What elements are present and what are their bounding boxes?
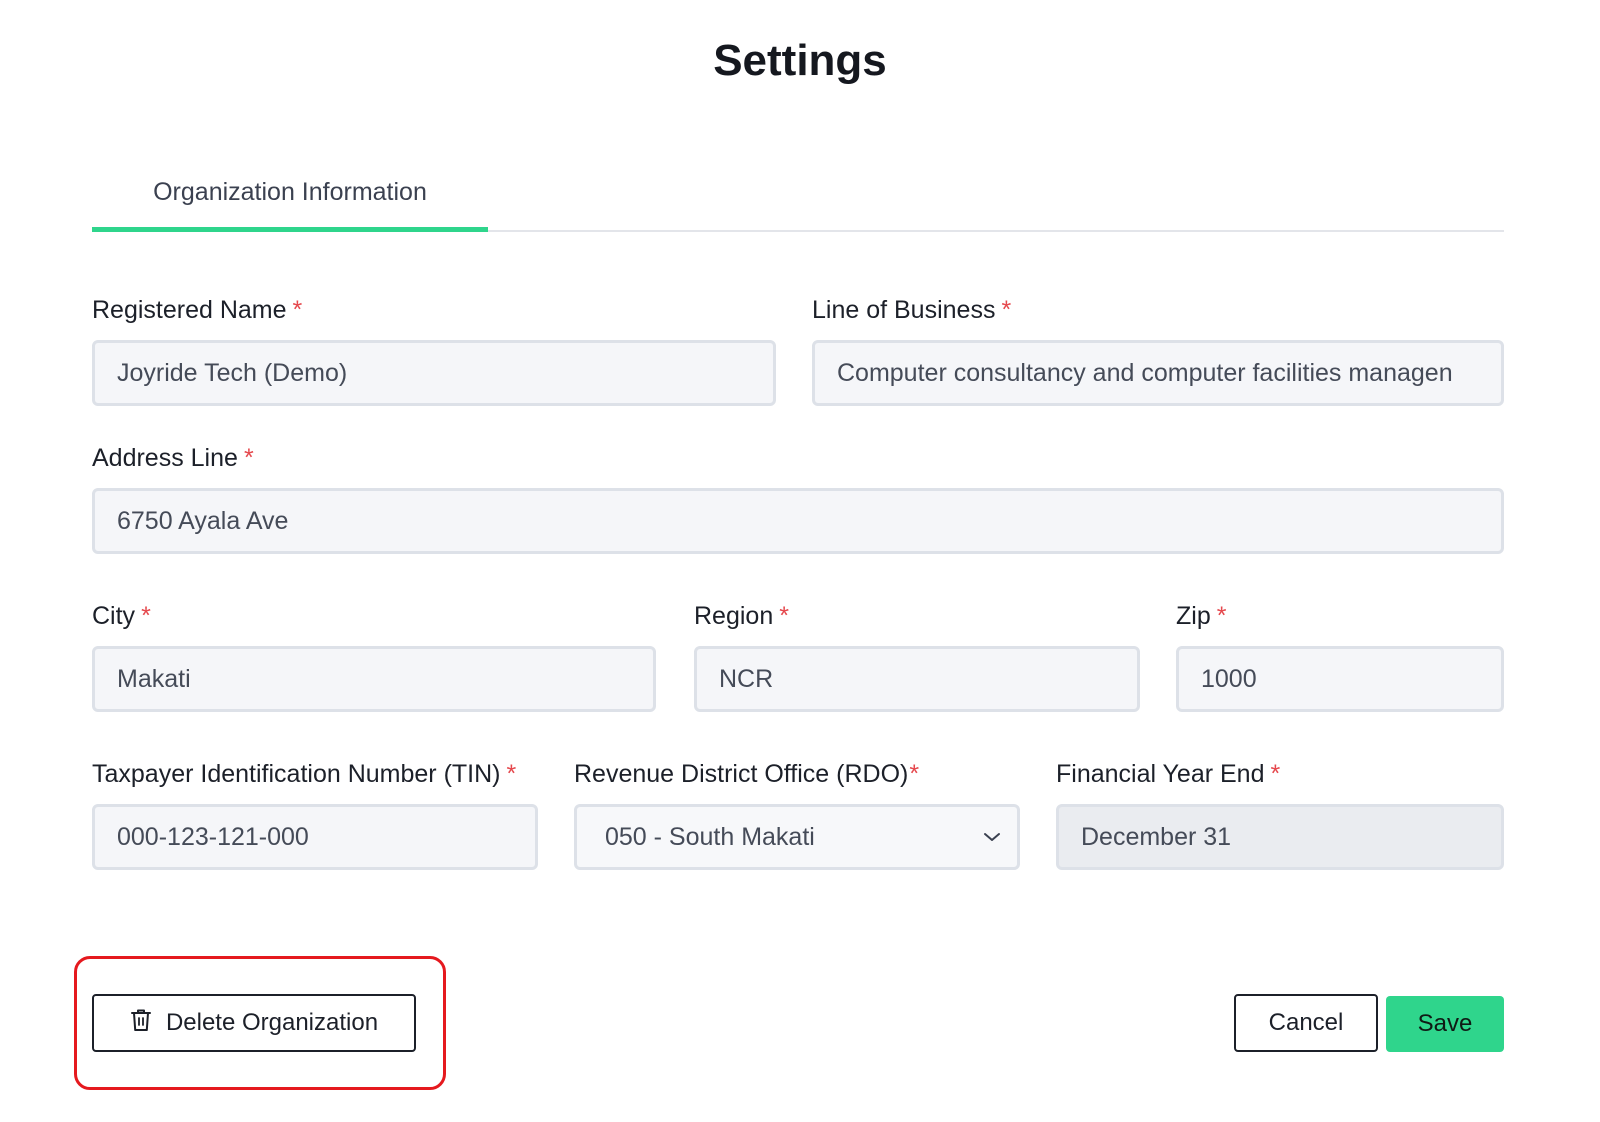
trash-icon [130,1008,152,1039]
rdo-selected-value: 050 - South Makati [605,822,815,851]
city-input[interactable]: Makati [92,646,656,712]
required-marker: * [292,296,303,324]
financial-year-end-input: December 31 [1056,804,1504,870]
cancel-button[interactable]: Cancel [1234,994,1378,1052]
zip-label: Zip [1176,602,1211,630]
rdo-label: Revenue District Office (RDO) [574,760,909,788]
required-marker: * [1270,760,1281,788]
tin-label: Taxpayer Identification Number (TIN) [92,760,501,788]
line-of-business-field: Line of Business * Computer consultancy a… [812,292,1504,406]
city-label: City [92,602,136,630]
zip-input[interactable]: 1000 [1176,646,1504,712]
tab-organization-information[interactable]: Organization Information [92,160,488,232]
line-of-business-input[interactable]: Computer consultancy and computer facili… [812,340,1504,406]
required-marker: * [1216,602,1227,630]
city-field: City * Makati [92,598,656,712]
address-line-input[interactable]: 6750 Ayala Ave [92,488,1504,554]
region-label: Region [694,602,774,630]
registered-name-field: Registered Name * Joyride Tech (Demo) [92,292,776,406]
financial-year-end-label: Financial Year End [1056,760,1265,788]
page-title: Settings [713,36,887,85]
required-marker: * [506,760,517,788]
line-of-business-label: Line of Business [812,296,996,324]
rdo-select[interactable]: 050 - South Makati [574,804,1020,870]
financial-year-end-field: Financial Year End * December 31 [1056,756,1504,870]
required-marker: * [1001,296,1012,324]
zip-field: Zip * 1000 [1176,598,1504,712]
delete-organization-label: Delete Organization [165,1009,379,1036]
chevron-down-icon [983,831,1001,843]
region-input[interactable]: NCR [694,646,1140,712]
delete-organization-button[interactable]: Delete Organization [92,994,416,1052]
tab-bar: Organization Information [92,160,1504,232]
address-line-field: Address Line * 6750 Ayala Ave [92,440,1504,554]
region-field: Region * NCR [694,598,1140,712]
address-line-label: Address Line [92,444,238,472]
tin-input[interactable]: 000-123-121-000 [92,804,538,870]
tin-field: Taxpayer Identification Number (TIN) * 00… [92,756,538,870]
registered-name-input[interactable]: Joyride Tech (Demo) [92,340,776,406]
registered-name-label: Registered Name [92,296,287,324]
required-marker: * [909,760,920,788]
save-button[interactable]: Save [1386,996,1504,1052]
required-marker: * [243,444,254,472]
required-marker: * [141,602,151,630]
required-marker: * [779,602,789,630]
rdo-field: Revenue District Office (RDO)* 050 - Sou… [574,756,1020,870]
settings-page: Settings Organization Information Regist… [0,0,1600,1122]
